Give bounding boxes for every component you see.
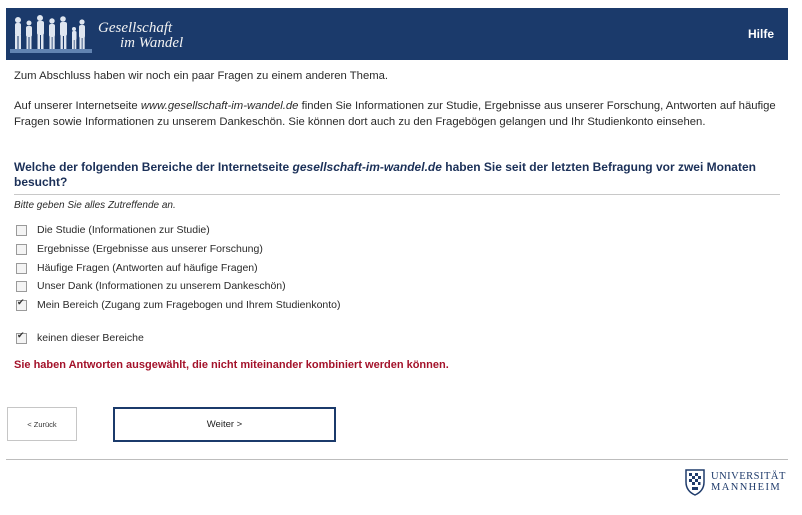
back-button[interactable]: < Zurück <box>7 407 77 441</box>
option-mein-bereich[interactable]: Mein Bereich (Zugang zum Fragebogen und … <box>16 297 341 313</box>
university-crest-icon <box>685 469 705 496</box>
university-name: UNIVERSITÄT MANNHEIM <box>711 471 786 493</box>
logo-text: Gesellschaft im Wandel <box>98 21 183 51</box>
intro-text-before: Auf unserer Internetseite <box>14 100 141 112</box>
logo-line-1: Gesellschaft <box>98 20 173 36</box>
checkbox-checked[interactable] <box>16 330 27 344</box>
checkbox[interactable] <box>16 243 27 255</box>
instruction-hint: Bitte geben Sie alles Zutreffende an. <box>14 200 176 211</box>
intro-line: Zum Abschluss haben wir noch ein paar Fr… <box>14 70 389 82</box>
footer-divider <box>6 459 788 460</box>
option-unser-dank[interactable]: Unser Dank (Informationen zu unserem Dan… <box>16 278 286 294</box>
uni-line-1: UNIVERSITÄT <box>711 471 786 482</box>
option-label: keinen dieser Bereiche <box>37 332 144 344</box>
option-keinen-dieser-bereiche[interactable]: keinen dieser Bereiche <box>16 330 144 346</box>
help-link[interactable]: Hilfe <box>748 27 774 41</box>
checkbox[interactable] <box>16 262 27 274</box>
website-url: www.gesellschaft-im-wandel.de <box>140 100 299 112</box>
option-label: Mein Bereich (Zugang zum Fragebogen und … <box>37 299 341 311</box>
people-silhouette-icon <box>10 15 200 53</box>
checkbox[interactable] <box>16 280 27 292</box>
question-site: gesellschaft-im-wandel.de <box>292 160 442 174</box>
uni-line-2: MANNHEIM <box>711 482 782 493</box>
checkbox-checked[interactable] <box>16 297 27 311</box>
question-text: Welche der folgenden Bereiche der Intern… <box>14 160 789 190</box>
option-ergebnisse[interactable]: Ergebnisse (Ergebnisse aus unserer Forsc… <box>16 241 263 257</box>
option-label: Unser Dank (Informationen zu unserem Dan… <box>37 280 286 292</box>
error-message: Sie haben Antworten ausgewählt, die nich… <box>14 359 449 371</box>
study-logo: Gesellschaft im Wandel <box>10 12 200 58</box>
university-logo: UNIVERSITÄT MANNHEIM <box>683 466 791 500</box>
divider <box>14 194 780 195</box>
next-button[interactable]: Weiter > <box>113 407 336 442</box>
option-die-studie[interactable]: Die Studie (Informationen zur Studie) <box>16 222 210 238</box>
option-label: Häufige Fragen (Antworten auf häufige Fr… <box>37 262 258 274</box>
option-label: Ergebnisse (Ergebnisse aus unserer Forsc… <box>37 243 263 255</box>
option-haeufige-fragen[interactable]: Häufige Fragen (Antworten auf häufige Fr… <box>16 260 258 276</box>
checkbox[interactable] <box>16 224 27 236</box>
header-bar: Gesellschaft im Wandel Hilfe <box>6 8 788 60</box>
logo-line-2: im Wandel <box>120 35 184 51</box>
intro-paragraph: Auf unserer Internetseite www.gesellscha… <box>14 98 789 130</box>
option-label: Die Studie (Informationen zur Studie) <box>37 224 210 236</box>
question-before: Welche der folgenden Bereiche der Intern… <box>14 160 293 174</box>
